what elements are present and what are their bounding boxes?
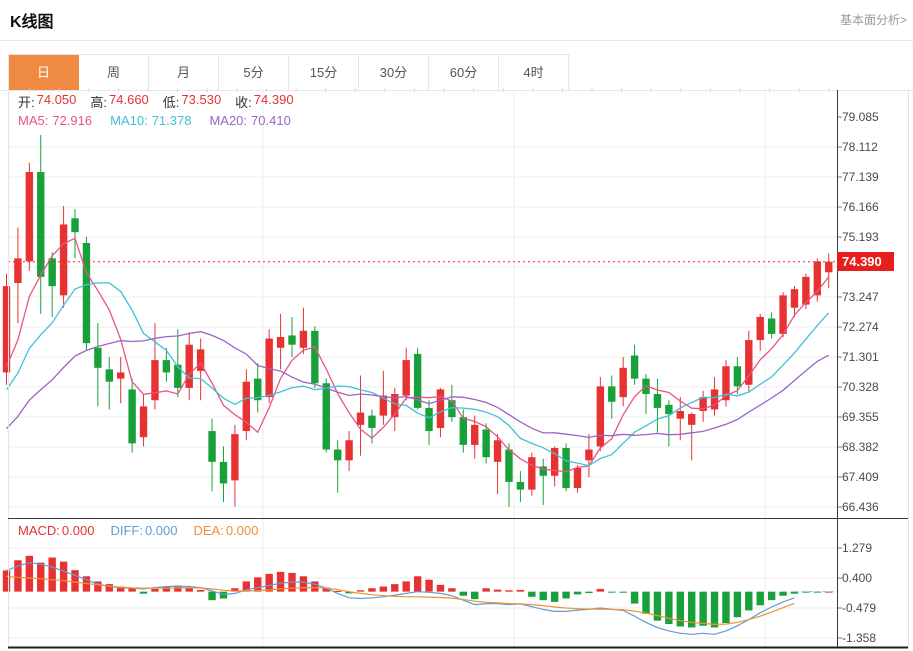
main-y-axis-label: 73.247 [842, 290, 879, 304]
main-y-axis-label: 68.382 [842, 440, 879, 454]
close-readout: 收:74.390 [235, 92, 293, 111]
main-y-axis-label: 76.166 [842, 200, 879, 214]
main-y-axis-label: 70.328 [842, 380, 879, 394]
ma10-line [7, 283, 829, 466]
macd-histogram [3, 556, 833, 628]
period-tab-3[interactable]: 5分 [219, 55, 289, 91]
ma10-readout: MA10:71.378 [110, 113, 191, 128]
main-y-axis-label: 75.193 [842, 230, 879, 244]
main-y-axis-label: 71.301 [842, 350, 879, 364]
period-tab-0[interactable]: 日 [9, 55, 79, 91]
ma-readout: MA5:72.916 MA10:71.378 MA20:70.410 [18, 113, 291, 128]
grid-lines [8, 89, 837, 649]
macd-readout: MACD:0.000 DIFF:0.000 DEA:0.000 [18, 523, 258, 538]
period-tab-bar: 日周月5分15分30分60分4时 [8, 54, 569, 90]
candlestick-series [3, 135, 833, 507]
ma20-line [7, 332, 829, 438]
macd-y-axis-label: -1.358 [842, 631, 876, 645]
macd-y-axis-label: 0.400 [842, 571, 872, 585]
period-tab-5[interactable]: 30分 [359, 55, 429, 91]
main-y-axis-label: 67.409 [842, 470, 879, 484]
macd-y-axis-label: 1.279 [842, 541, 872, 555]
main-y-axis-label: 78.112 [842, 140, 878, 154]
diff-value-readout: DIFF:0.000 [110, 523, 177, 538]
period-tab-7[interactable]: 4时 [499, 55, 569, 91]
header-divider [0, 40, 913, 41]
kline-panel: K线图 基本面分析> 日周月5分15分30分60分4时 开:74.050 高:7… [0, 0, 913, 651]
main-y-axis-label: 77.139 [842, 170, 879, 184]
dea-line [7, 576, 795, 624]
main-y-axis-label: 69.355 [842, 410, 879, 424]
ma5-readout: MA5:72.916 [18, 113, 92, 128]
high-readout: 高:74.660 [90, 92, 148, 111]
ma20-readout: MA20:70.410 [209, 113, 290, 128]
axis [8, 90, 909, 648]
fundamental-analysis-link[interactable]: 基本面分析> [840, 11, 907, 28]
period-tab-6[interactable]: 60分 [429, 55, 499, 91]
ma5-line [7, 238, 829, 471]
macd-value-readout: MACD:0.000 [18, 523, 94, 538]
main-y-axis-label: 66.436 [842, 500, 879, 514]
dea-value-readout: DEA:0.000 [193, 523, 258, 538]
period-tab-4[interactable]: 15分 [289, 55, 359, 91]
ohlc-readout: 开:74.050 高:74.660 低:73.530 收:74.390 [18, 92, 294, 111]
diff-line [7, 563, 795, 635]
low-readout: 低:73.530 [163, 92, 221, 111]
open-readout: 开:74.050 [18, 92, 76, 111]
kline-chart-area[interactable]: 开:74.050 高:74.660 低:73.530 收:74.390 MA5:… [0, 88, 913, 651]
last-price-tag: 74.390 [837, 252, 894, 271]
main-y-axis-label: 79.085 [842, 110, 879, 124]
macd-y-axis-label: -0.479 [842, 601, 876, 615]
kline-chart-svg [0, 88, 913, 651]
page-title: K线图 [10, 8, 54, 32]
period-tab-2[interactable]: 月 [149, 55, 219, 91]
main-y-axis-label: 72.274 [842, 320, 879, 334]
period-tab-1[interactable]: 周 [79, 55, 149, 91]
